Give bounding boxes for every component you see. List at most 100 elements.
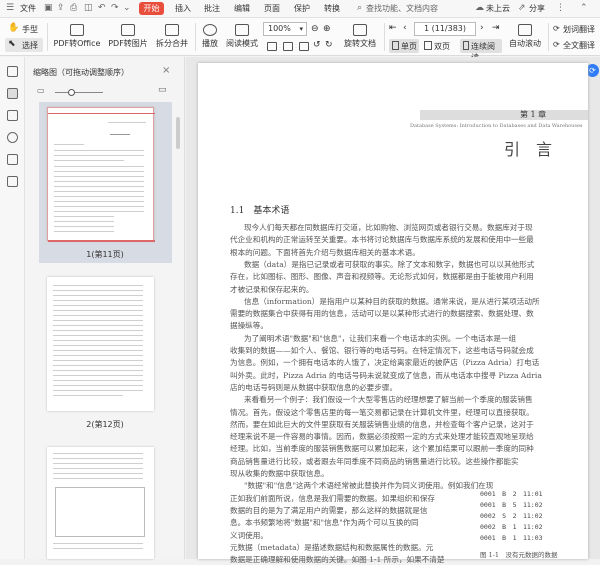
document-page: 第 1 章 Database Systems: Introduction to … — [198, 63, 588, 564]
zoom-out-icon[interactable]: ⊖ — [311, 24, 319, 34]
undo-icon[interactable]: ↶ — [98, 3, 106, 13]
hand-tool-button[interactable]: 手型 — [22, 24, 38, 35]
rotate-left-icon[interactable]: ↺ — [313, 40, 321, 50]
play-button[interactable]: 播放 — [198, 24, 222, 49]
layers-icon[interactable] — [7, 176, 18, 187]
tab-insert[interactable]: 插入 — [175, 3, 191, 14]
divider — [548, 23, 549, 51]
body-line: 现今人们每天都在同数据库打交道，比如购物、浏览网页或者银行交易。数据库对于现 — [244, 223, 533, 232]
hand-icon: ✋ — [8, 23, 20, 33]
translate-full-button[interactable]: 全文翻译 — [563, 40, 595, 51]
next-page-icon[interactable]: › — [480, 23, 484, 33]
rotate-right-icon[interactable]: ↻ — [325, 40, 333, 50]
single-page-button[interactable]: 单页 — [389, 39, 419, 53]
divider — [47, 23, 48, 51]
thumb-label-1: 1(第11页) — [86, 250, 124, 259]
thumbnail-scrollbar[interactable] — [176, 117, 180, 149]
redo-icon[interactable]: ↷ — [111, 3, 119, 13]
search-input[interactable]: 查找功能、文档内容 — [366, 2, 458, 15]
split-merge-button[interactable]: 拆分合并 — [152, 24, 192, 49]
print-icon[interactable]: ⎙ — [70, 3, 77, 13]
body-line: 信息（information）是指用户以某种目的获取的数据。通常来说，是从进行某… — [244, 296, 540, 306]
thumb-rule — [48, 240, 155, 242]
large-image-icon[interactable]: ▭ — [158, 85, 167, 95]
pdf-to-office-button[interactable]: PDF转Office — [52, 24, 102, 49]
body-line: 来看看另一个例子：我们假设一个大型零售店的经理想要了解当前一个季度的服装销售 — [244, 395, 533, 405]
title-bar: ☰ 文件 ▣ ⇪ ⎙ ◫ ↶ ↷ ⌄ 开始 插入 批注 编辑 页面 保护 转换 … — [0, 0, 600, 18]
collapse-icon[interactable]: ⌃ — [580, 3, 588, 13]
body-line: 据操纵等。 — [230, 321, 268, 331]
zoom-select[interactable]: 100% ▾ — [263, 22, 307, 36]
body-line: 数据（data）是指已记录或者可获取的事实。除了文本和数字，数据也可以以其他形式 — [244, 259, 535, 269]
tab-edit[interactable]: 编辑 — [234, 3, 250, 14]
body-line: 然而，要在如此巨大的文件里获取有关服装销售业绩的信息，并检查每个客户记录，这对于 — [230, 419, 534, 429]
read-mode-button[interactable]: 阅读模式 — [224, 24, 260, 49]
read-mode-label: 阅读模式 — [226, 39, 258, 48]
page-input[interactable]: 1 (11/383) — [414, 22, 476, 36]
signature-icon[interactable] — [7, 154, 18, 165]
play-icon — [203, 24, 217, 36]
tab-convert[interactable]: 转换 — [324, 3, 340, 14]
rotate-document-label: 旋转文档 — [344, 39, 376, 48]
cloud-status[interactable]: 未上云 — [486, 3, 510, 14]
thumbnail-page-1[interactable] — [47, 107, 155, 242]
single-page-icon — [392, 41, 399, 50]
thumbnail-icon[interactable] — [7, 88, 18, 99]
body-line: 收集到的数据——如个人、餐馆、银行等的电话号码。在特定情况下，这些电话号码就会成 — [230, 346, 534, 355]
actual-size-icon[interactable] — [299, 42, 309, 51]
rotate-document-icon — [353, 24, 367, 36]
last-page-icon[interactable]: ⇥ — [492, 23, 500, 33]
thumb-rule — [48, 113, 155, 114]
chapter-label: 第 1 章 — [520, 110, 547, 119]
body-line: 代企业和机构的正常运转至关重要。本书将讨论数据库与数据库系统的发展和使用中一些最 — [230, 235, 534, 245]
body-line: 情况。首先，假设这个零售店里的每一笔交易都记录在计算机文件里，经理可以直接获取。 — [230, 407, 534, 417]
save-icon[interactable]: ▣ — [44, 3, 53, 13]
select-label: 选择 — [22, 41, 38, 50]
body-line: 店的电话号码则是从数据中获取信息的必要步骤。 — [230, 382, 398, 392]
thumbnail-page-2[interactable] — [47, 277, 154, 411]
close-icon[interactable]: × — [162, 65, 170, 76]
tab-protect[interactable]: 保护 — [294, 3, 310, 14]
cloud-icon: ☁ — [475, 3, 484, 13]
tab-start[interactable]: 开始 — [139, 2, 164, 15]
export-icon[interactable]: ⇪ — [57, 3, 65, 13]
continuous-read-icon — [463, 41, 469, 50]
page-indicator: 1 (11/383) — [423, 24, 467, 33]
fit-width-icon[interactable] — [267, 42, 277, 51]
table-row: 0001 B 2 11:01 — [480, 490, 543, 498]
prev-page-icon[interactable]: ‹ — [403, 23, 407, 33]
body-line: 叫外卖。此时，Pizza Adria 的电话号码未说就变成了信息，而从电话本中搜… — [230, 370, 542, 380]
menu-icon[interactable]: ☰ — [6, 3, 14, 13]
chevron-down-icon[interactable]: ⌄ — [123, 3, 131, 13]
continuous-read-button[interactable]: 连续阅读 — [460, 39, 502, 62]
rotate-document-button[interactable]: 旋转文档 — [340, 24, 380, 49]
figure-caption: 图 1-1 没有元数据的数据 — [480, 551, 558, 559]
read-mode-icon — [235, 24, 249, 36]
fit-page-icon[interactable] — [283, 42, 293, 51]
attachment-icon[interactable] — [7, 132, 18, 143]
tab-annotate[interactable]: 批注 — [204, 3, 220, 14]
table-row: 0001 B 1 11:03 — [480, 534, 543, 542]
slider-handle[interactable] — [68, 89, 75, 96]
translate-word-button[interactable]: 划词翻译 — [563, 24, 595, 35]
pdf-to-image-button[interactable]: PDF转图片 — [106, 24, 150, 49]
pdf-icon[interactable]: ◫ — [84, 3, 93, 13]
comment-icon[interactable] — [7, 110, 18, 121]
share-button[interactable]: 分享 — [529, 3, 545, 14]
thumbnail-page-3[interactable] — [47, 447, 154, 559]
body-line: 数据的目的是为了满足用户的需要，那么这样的数据就是信 — [230, 505, 428, 515]
double-page-button[interactable]: 双页 — [421, 39, 455, 53]
more-icon[interactable]: ⋮ — [556, 3, 565, 13]
search-icon: ⌕ — [357, 3, 363, 13]
zoom-in-icon[interactable]: ⊕ — [323, 24, 331, 34]
split-merge-icon — [165, 24, 179, 36]
auto-scroll-button[interactable]: 自动滚动 — [505, 24, 545, 49]
tab-page[interactable]: 页面 — [264, 3, 280, 14]
auto-scroll-icon — [518, 24, 532, 36]
thumb-size-slider[interactable] — [55, 89, 103, 96]
bookmark-icon[interactable] — [7, 66, 18, 77]
first-page-icon[interactable]: ⇤ — [389, 23, 397, 33]
small-image-icon[interactable]: ▭ — [37, 86, 45, 95]
file-menu[interactable]: 文件 — [20, 3, 36, 14]
select-tool-button[interactable]: ⬉ 选择 — [5, 38, 43, 52]
